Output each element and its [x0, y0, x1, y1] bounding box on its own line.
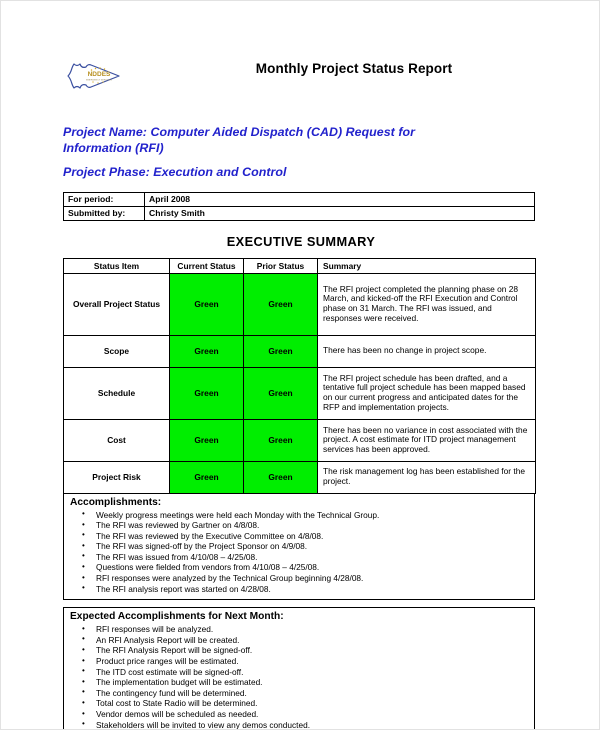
- table-row: Submitted by: Christy Smith: [63, 205, 535, 221]
- project-name-line-1: Project Name: Computer Aided Dispatch (C…: [63, 125, 416, 139]
- column-header-status-item: Status Item: [63, 258, 170, 274]
- list-item: RFI responses will be analyzed.: [70, 624, 528, 635]
- expected-accomplishments-section: Expected Accomplishments for Next Month:…: [63, 607, 535, 729]
- status-item-name: Cost: [63, 419, 170, 462]
- list-item: The RFI was reviewed by the Executive Co…: [70, 530, 528, 542]
- table-row: Scope Green Green There has been no chan…: [63, 335, 536, 368]
- status-item-name: Project Risk: [63, 461, 170, 493]
- list-item: The RFI Analysis Report will be signed-o…: [70, 645, 528, 656]
- project-phase-line: Project Phase: Execution and Control: [63, 165, 287, 179]
- table-header-row: Status Item Current Status Prior Status …: [63, 258, 536, 274]
- submitted-by-label: Submitted by:: [63, 205, 145, 221]
- arrowhead-logo-icon: NDDES EMERGENCY SERVICES: [63, 55, 125, 97]
- column-header-prior-status: Prior Status: [243, 258, 318, 274]
- document-header: NDDES EMERGENCY SERVICES Monthly Project…: [49, 33, 553, 89]
- list-item: The implementation budget will be estima…: [70, 677, 528, 688]
- status-item-name: Scope: [63, 335, 170, 368]
- executive-summary-table: Status Item Current Status Prior Status …: [63, 257, 536, 494]
- project-name-line-2: Information (RFI): [63, 140, 164, 155]
- accomplishments-title: Accomplishments:: [70, 496, 162, 508]
- accomplishments-list: Weekly progress meetings were held each …: [70, 509, 528, 595]
- status-item-name: Schedule: [63, 367, 170, 420]
- list-item: Total cost to State Radio will be determ…: [70, 698, 528, 709]
- submitted-by-value: Christy Smith: [144, 205, 535, 221]
- prior-status-badge: Green: [243, 273, 318, 336]
- prior-status-badge: Green: [243, 367, 318, 420]
- project-info-block: Project Name: Computer Aided Dispatch (C…: [49, 125, 553, 181]
- prior-status-badge: Green: [243, 419, 318, 462]
- current-status-badge: Green: [169, 461, 244, 493]
- prior-status-badge: Green: [243, 461, 318, 493]
- list-item: Vendor demos will be scheduled as needed…: [70, 709, 528, 720]
- list-item: Product price ranges will be estimated.: [70, 656, 528, 667]
- for-period-label: For period:: [63, 191, 145, 207]
- expected-accomplishments-title: Expected Accomplishments for Next Month:: [70, 611, 284, 623]
- list-item: The RFI was signed-off by the Project Sp…: [70, 541, 528, 552]
- document-sheet: NDDES EMERGENCY SERVICES Monthly Project…: [49, 33, 553, 729]
- column-header-current-status: Current Status: [169, 258, 244, 274]
- table-row: Overall Project Status Green Green The R…: [63, 273, 536, 336]
- list-item: Questions were fielded from vendors from…: [70, 562, 528, 573]
- prior-status-badge: Green: [243, 335, 318, 368]
- status-summary-text: The risk management log has been establi…: [317, 461, 536, 493]
- current-status-badge: Green: [169, 335, 244, 368]
- table-row: Project Risk Green Green The risk manage…: [63, 461, 536, 493]
- page-title: Monthly Project Status Report: [255, 61, 453, 76]
- table-row: For period: April 2008: [63, 191, 535, 207]
- status-item-name: Overall Project Status: [63, 273, 170, 336]
- list-item: The ITD cost estimate will be signed-off…: [70, 666, 528, 678]
- executive-summary-title: EXECUTIVE SUMMARY: [226, 233, 376, 249]
- list-item: The RFI analysis report was started on 4…: [70, 583, 528, 595]
- report-meta-table: For period: April 2008 Submitted by: Chr…: [63, 191, 535, 221]
- list-item: RFI responses were analyzed by the Techn…: [70, 573, 528, 584]
- status-summary-text: There has been no variance in cost assoc…: [317, 419, 536, 462]
- for-period-value: April 2008: [144, 191, 535, 207]
- list-item: An RFI Analysis Report will be created.: [70, 634, 528, 646]
- list-item: The contingency fund will be determined.: [70, 687, 528, 699]
- table-row: Cost Green Green There has been no varia…: [63, 419, 536, 462]
- status-summary-text: There has been no change in project scop…: [317, 335, 536, 368]
- list-item: Weekly progress meetings were held each …: [70, 509, 528, 521]
- document-page: NDDES EMERGENCY SERVICES Monthly Project…: [0, 0, 600, 730]
- accomplishments-section: Accomplishments: Weekly progress meeting…: [63, 493, 535, 601]
- current-status-badge: Green: [169, 367, 244, 420]
- list-item: Stakeholders will be invited to view any…: [70, 719, 528, 729]
- current-status-badge: Green: [169, 273, 244, 336]
- status-summary-text: The RFI project schedule has been drafte…: [317, 367, 536, 420]
- status-summary-text: The RFI project completed the planning p…: [317, 273, 536, 336]
- expected-accomplishments-list: RFI responses will be analyzed. An RFI A…: [70, 624, 528, 729]
- current-status-badge: Green: [169, 419, 244, 462]
- column-header-summary: Summary: [317, 258, 536, 274]
- list-item: The RFI was reviewed by Gartner on 4/8/0…: [70, 520, 528, 531]
- list-item: The RFI was issued from 4/10/08 – 4/25/0…: [70, 551, 528, 563]
- table-row: Schedule Green Green The RFI project sch…: [63, 367, 536, 420]
- logo-text: NDDES: [88, 71, 111, 78]
- svg-text:EMERGENCY SERVICES: EMERGENCY SERVICES: [86, 80, 112, 82]
